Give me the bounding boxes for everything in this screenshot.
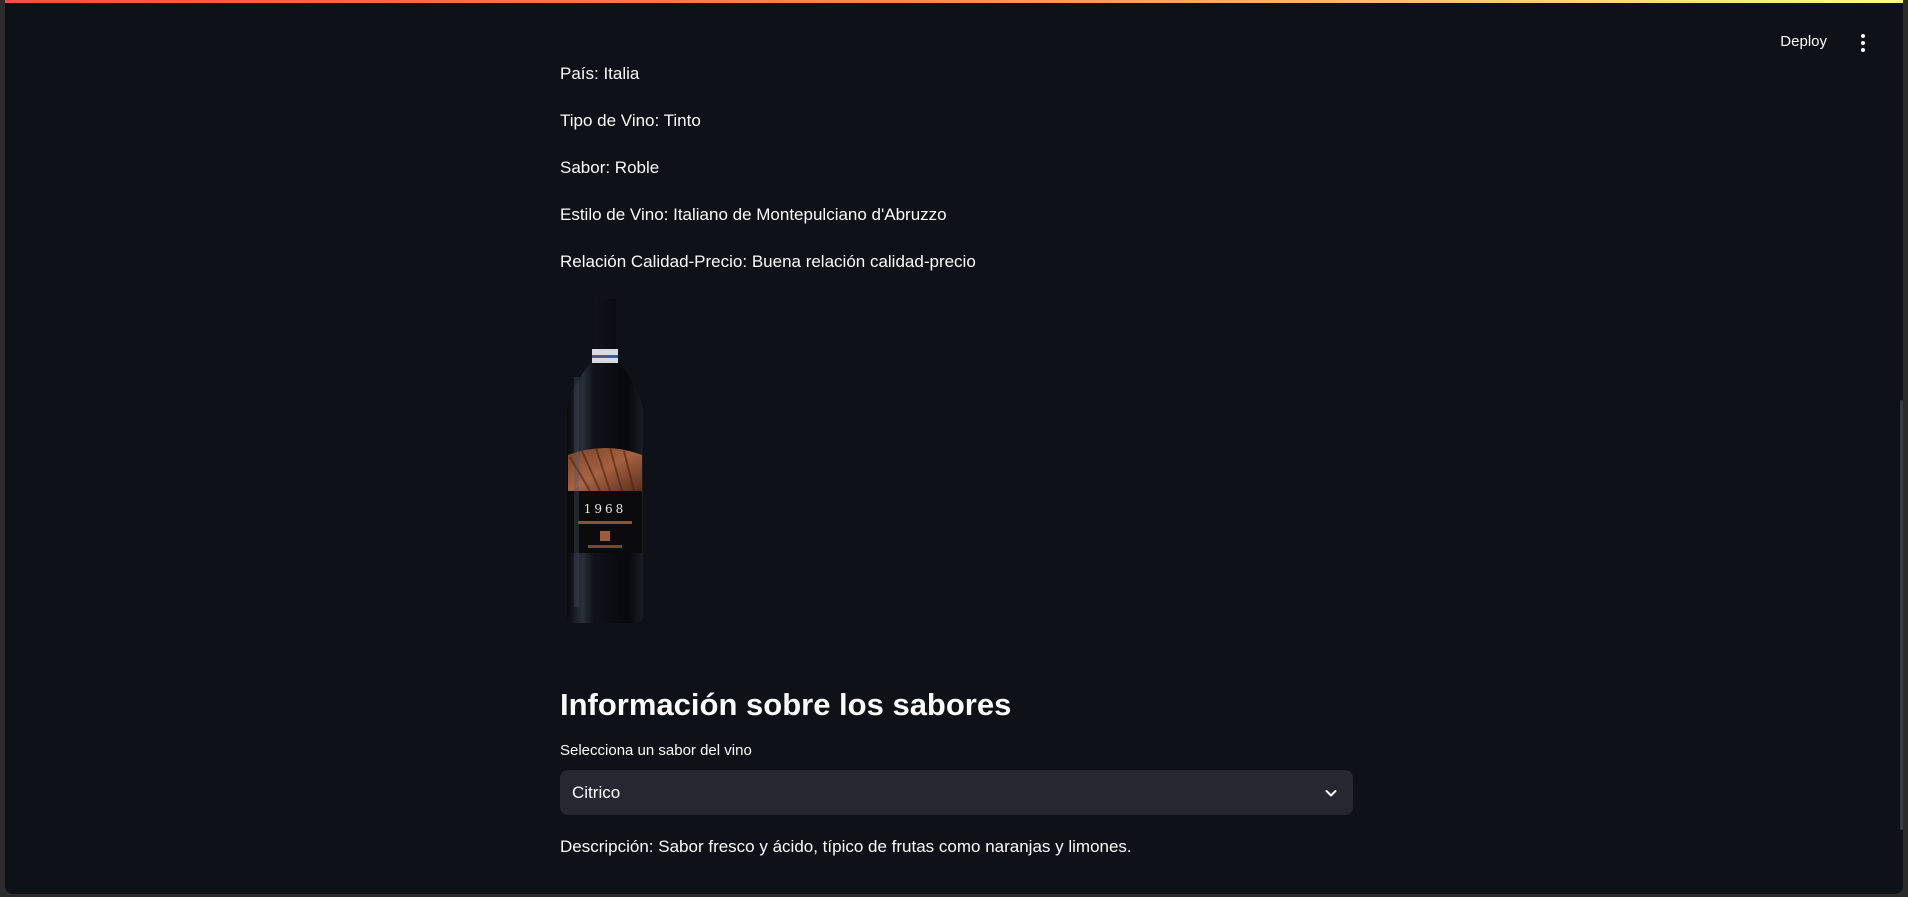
kebab-menu-icon[interactable]: [1853, 29, 1873, 57]
deploy-button[interactable]: Deploy: [1774, 29, 1833, 54]
wine-type: Tipo de Vino: Tinto: [560, 111, 701, 130]
app-frame: Deploy País: Italia Tipo de Vino: Tinto …: [5, 0, 1903, 894]
flavor-select-label: Selecciona un sabor del vino: [560, 742, 752, 759]
wine-style: Estilo de Vino: Italiano de Montepulcian…: [560, 205, 947, 224]
wine-bottle-image: 1968: [560, 297, 650, 627]
flavors-heading: Información sobre los sabores: [560, 687, 1012, 722]
flavor-select-value: Citrico: [572, 782, 621, 802]
wine-value: Relación Calidad-Precio: Buena relación …: [560, 252, 976, 271]
chevron-down-icon: [1325, 789, 1337, 796]
flavor-select[interactable]: Citrico: [560, 770, 1353, 815]
bottle-label-text: 1968: [584, 502, 627, 516]
scrollbar[interactable]: [1900, 400, 1903, 830]
header-toolbar: Deploy: [1603, 3, 1903, 77]
main-content: País: Italia Tipo de Vino: Tinto Sabor: …: [560, 62, 1355, 859]
wine-flavor: Sabor: Roble: [560, 158, 660, 177]
flavor-description: Descripción: Sabor fresco y ácido, típic…: [560, 837, 1132, 856]
wine-country: País: Italia: [560, 64, 640, 83]
